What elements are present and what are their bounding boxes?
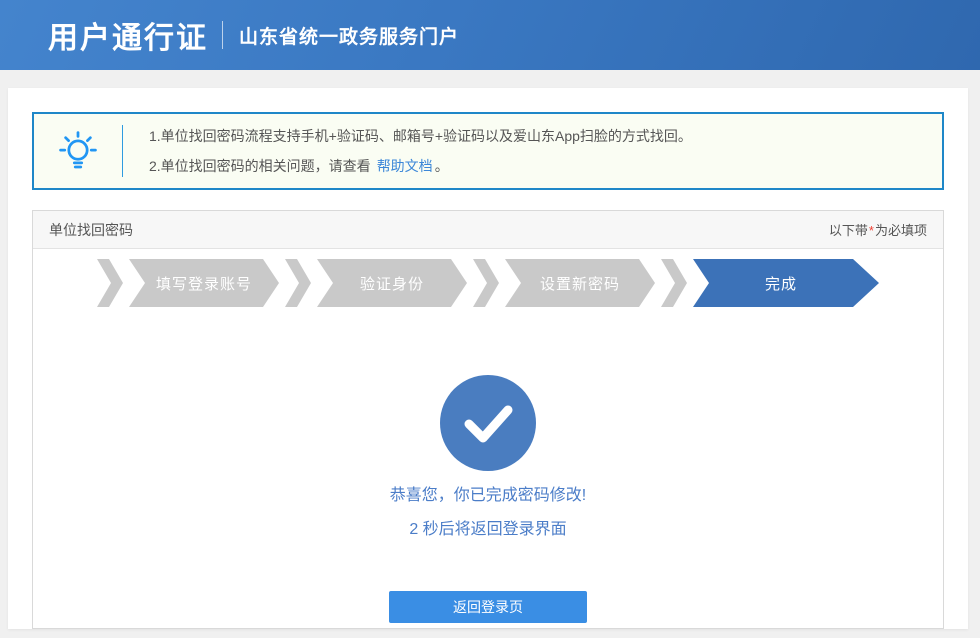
panel-body: 填写登录账号 验证身份 设置新密码 完成 恭喜您，你已完成密码修改! 2 秒后将…: [33, 259, 943, 623]
step-fill-account: 填写登录账号: [129, 259, 279, 307]
password-recovery-panel: 单位找回密码 以下带*为必填项 填写登录账号 验证身份 设置新密码 完成: [32, 210, 944, 629]
step-arrow-icon: [473, 259, 499, 307]
step-set-password: 设置新密码: [505, 259, 655, 307]
portal-subtitle: 山东省统一政务服务门户: [239, 22, 459, 49]
required-asterisk: *: [868, 223, 875, 238]
back-to-login-button[interactable]: 返回登录页: [389, 591, 587, 623]
required-note: 以下带*为必填项: [829, 220, 927, 239]
title-divider: [222, 21, 223, 49]
step-arrow-icon: [285, 259, 311, 307]
notice-box: 1.单位找回密码流程支持手机+验证码、邮箱号+验证码以及爱山东App扫脸的方式找…: [32, 112, 944, 190]
redirect-countdown: 2 秒后将返回登录界面: [33, 519, 943, 541]
notice-line-1: 1.单位找回密码流程支持手机+验证码、邮箱号+验证码以及爱山东App扫脸的方式找…: [149, 121, 692, 151]
help-doc-link[interactable]: 帮助文档: [377, 158, 433, 174]
result-section: 恭喜您，你已完成密码修改! 2 秒后将返回登录界面 返回登录页: [33, 375, 943, 623]
panel-title: 单位找回密码: [49, 220, 133, 240]
lightbulb-icon: [34, 128, 122, 174]
notice-line-2: 2.单位找回密码的相关问题，请查看帮助文档。: [149, 151, 692, 181]
step-wizard: 填写登录账号 验证身份 设置新密码 完成: [97, 259, 879, 307]
app-header: 用户通行证 山东省统一政务服务门户: [0, 0, 980, 70]
success-message: 恭喜您，你已完成密码修改!: [33, 485, 943, 507]
check-circle-icon: [33, 375, 943, 471]
main-card: 1.单位找回密码流程支持手机+验证码、邮箱号+验证码以及爱山东App扫脸的方式找…: [8, 88, 968, 629]
panel-header: 单位找回密码 以下带*为必填项: [33, 211, 943, 249]
portal-title: 用户通行证: [48, 13, 208, 57]
step-verify-identity: 验证身份: [317, 259, 467, 307]
notice-text: 1.单位找回密码流程支持手机+验证码、邮箱号+验证码以及爱山东App扫脸的方式找…: [123, 121, 692, 181]
step-arrow-icon: [97, 259, 123, 307]
step-complete: 完成: [693, 259, 879, 307]
step-arrow-icon: [661, 259, 687, 307]
